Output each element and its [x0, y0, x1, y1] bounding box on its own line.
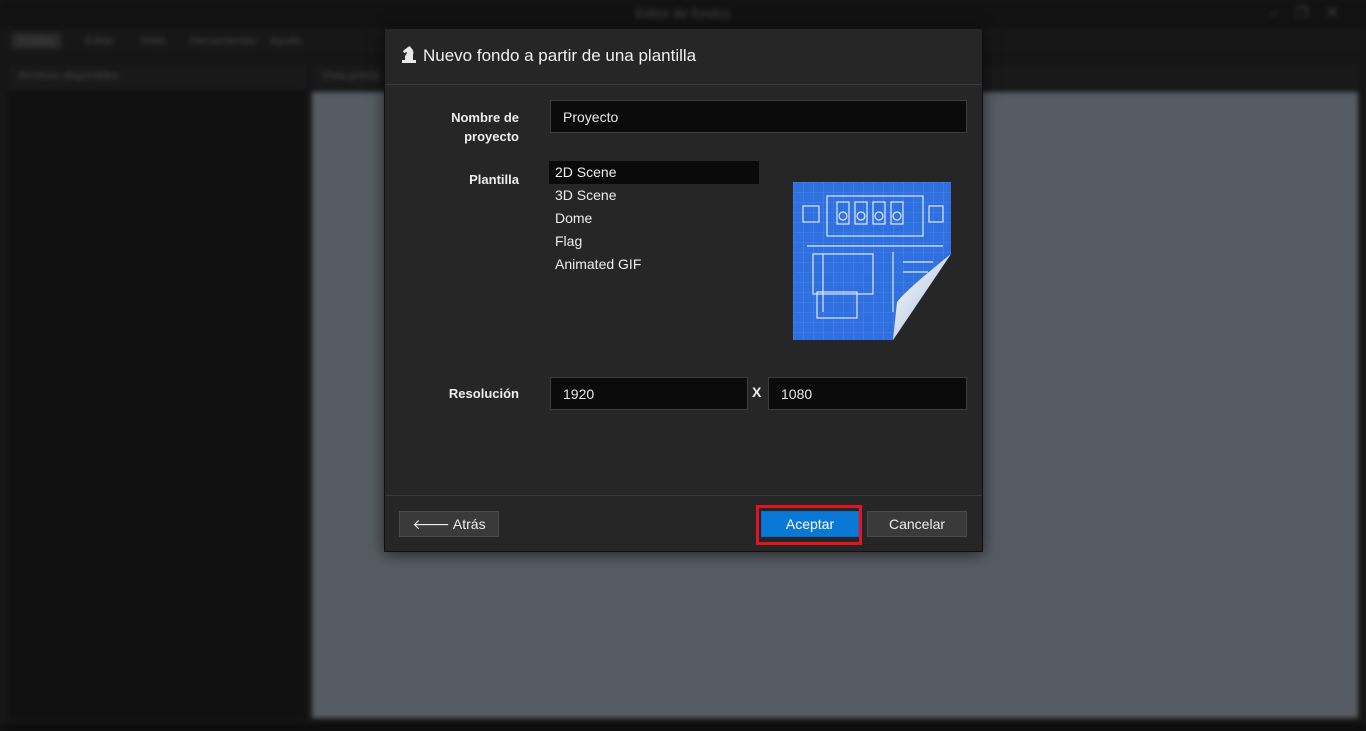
dialog-header: Nuevo fondo a partir de una plantilla: [385, 29, 982, 85]
new-background-dialog: Nuevo fondo a partir de una plantilla No…: [384, 28, 983, 552]
template-label: Plantilla: [469, 172, 519, 187]
resolution-label: Resolución: [448, 386, 519, 401]
dialog-footer: 🡐 Atrás Aceptar Cancelar: [385, 495, 982, 552]
resolution-separator: X: [752, 384, 762, 400]
chess-knight-icon: [402, 46, 416, 63]
template-item-2d-scene[interactable]: 2D Scene: [549, 161, 759, 184]
accept-button[interactable]: Aceptar: [761, 511, 859, 537]
template-item-flag[interactable]: Flag: [549, 230, 759, 253]
resolution-height-input[interactable]: [768, 377, 967, 410]
arrow-left-icon: 🡐: [412, 515, 450, 532]
project-name-label-line1: Nombre de: [451, 110, 519, 125]
template-item-dome[interactable]: Dome: [549, 207, 759, 230]
cancel-button[interactable]: Cancelar: [867, 511, 967, 537]
project-name-label: Nombre de proyecto: [399, 108, 519, 146]
project-name-input[interactable]: [550, 100, 967, 133]
dialog-title: Nuevo fondo a partir de una plantilla: [423, 46, 697, 65]
template-item-animated-gif[interactable]: Animated GIF: [549, 253, 759, 276]
template-list: 2D Scene 3D Scene Dome Flag Animated GIF: [549, 161, 759, 276]
back-button[interactable]: 🡐 Atrás: [399, 511, 499, 537]
back-button-label: Atrás: [452, 516, 486, 532]
template-item-3d-scene[interactable]: 3D Scene: [549, 184, 759, 207]
resolution-width-input[interactable]: [550, 377, 748, 410]
blueprint-preview-icon: [793, 182, 951, 340]
project-name-label-line2: proyecto: [464, 129, 519, 144]
